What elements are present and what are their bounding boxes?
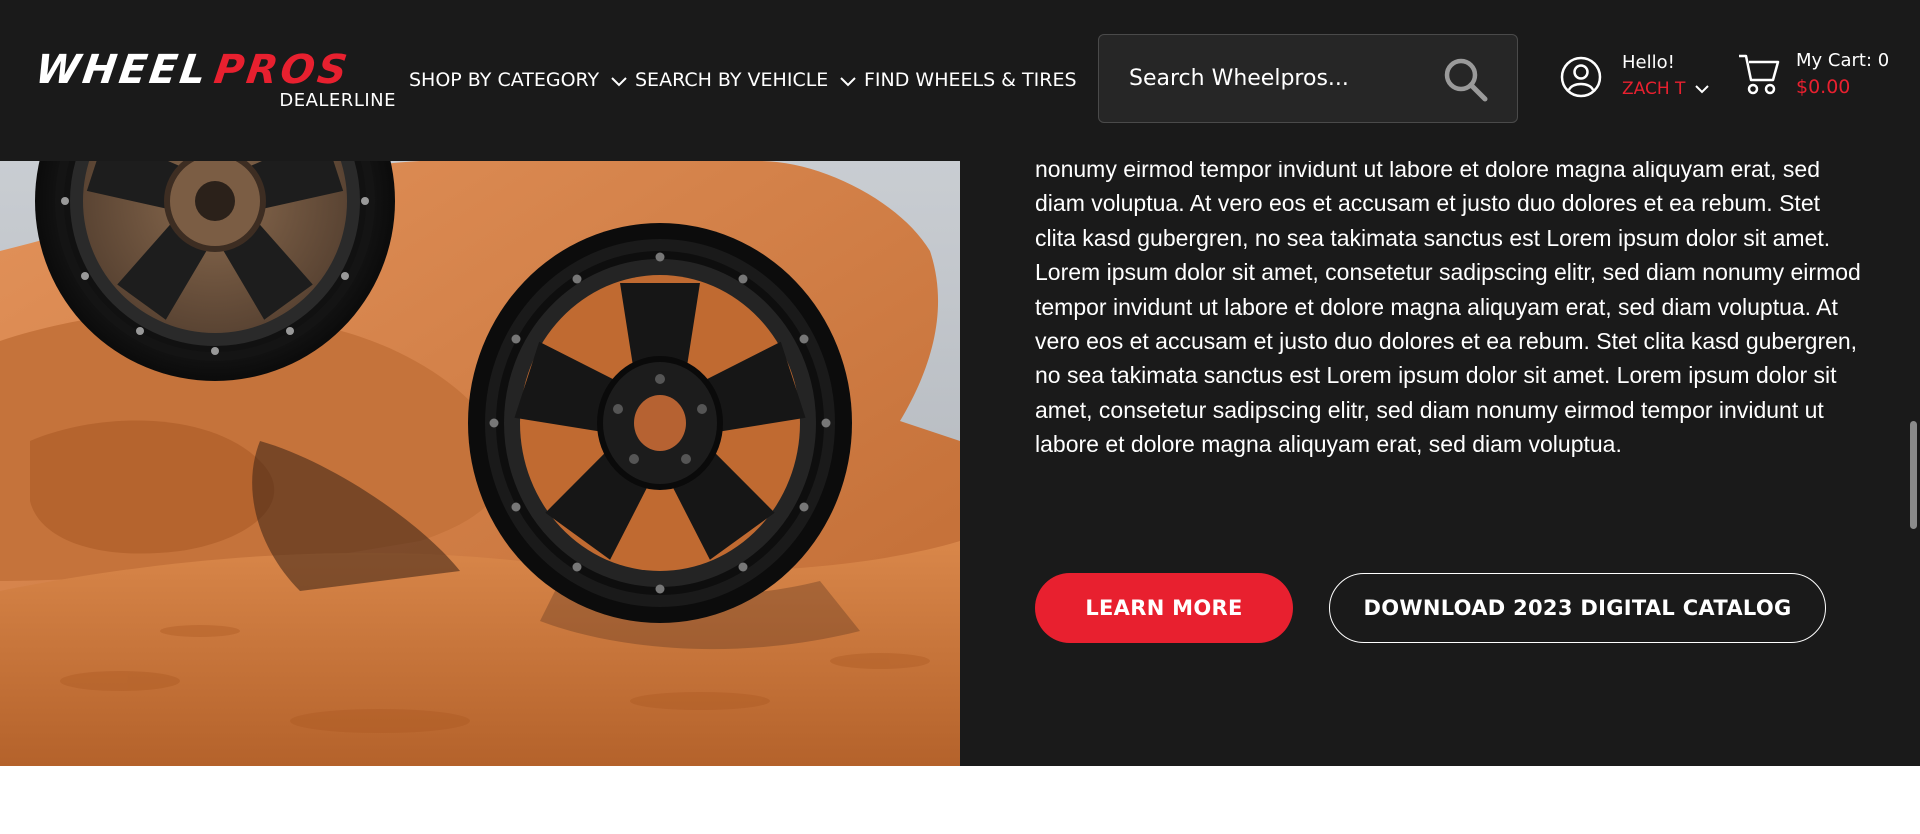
account-menu[interactable]: Hello! ZACH T xyxy=(1560,52,1710,112)
download-catalog-button[interactable]: DOWNLOAD 2023 DIGITAL CATALOG xyxy=(1329,573,1826,643)
scrollbar-thumb[interactable] xyxy=(1910,421,1917,529)
chevron-down-icon xyxy=(611,67,627,95)
account-greeting: Hello! xyxy=(1622,52,1675,73)
logo-pros-text: PROS xyxy=(211,47,353,93)
account-user-name[interactable]: ZACH T xyxy=(1622,78,1709,100)
hero-body-text: nonumy eirmod tempor invidunt ut labore … xyxy=(1035,156,1861,458)
chevron-down-icon xyxy=(1695,78,1709,100)
cart[interactable]: My Cart: 0 $0.00 xyxy=(1738,50,1918,110)
nav-search-by-vehicle[interactable]: SEARCH BY VEHICLE xyxy=(635,66,857,95)
learn-more-button[interactable]: LEARN MORE xyxy=(1035,573,1293,643)
search-box xyxy=(1098,34,1518,123)
search-input[interactable] xyxy=(1129,35,1429,122)
chevron-down-icon xyxy=(840,67,857,95)
hero-wheels-image xyxy=(0,161,960,766)
nav-find-wheels-tires[interactable]: FIND WHEELS & TIRES xyxy=(864,66,1077,94)
cart-total: $0.00 xyxy=(1796,76,1851,98)
shopping-cart-icon xyxy=(1738,52,1780,96)
cart-count-label: My Cart: 0 xyxy=(1796,50,1890,71)
wheelpros-logo[interactable]: WHEELPROS DEALERLINE xyxy=(32,47,396,114)
nav-label: FIND WHEELS & TIRES xyxy=(864,69,1077,91)
search-icon[interactable] xyxy=(1441,55,1489,103)
hero-section: nonumy eirmod tempor invidunt ut labore … xyxy=(0,156,1920,766)
nav-label: SEARCH BY VEHICLE xyxy=(635,69,829,91)
user-circle-icon xyxy=(1560,56,1602,98)
logo-wheel-text: WHEEL xyxy=(32,47,212,93)
nav-shop-by-category[interactable]: SHOP BY CATEGORY xyxy=(409,66,627,95)
site-header: WHEELPROS DEALERLINE SHOP BY CATEGORY SE… xyxy=(0,0,1920,161)
nav-label: SHOP BY CATEGORY xyxy=(409,69,600,91)
logo-wordmark: WHEELPROS xyxy=(32,47,353,93)
user-name-text: ZACH T xyxy=(1622,79,1686,99)
logo-dealerline-text: DEALERLINE xyxy=(279,90,396,111)
